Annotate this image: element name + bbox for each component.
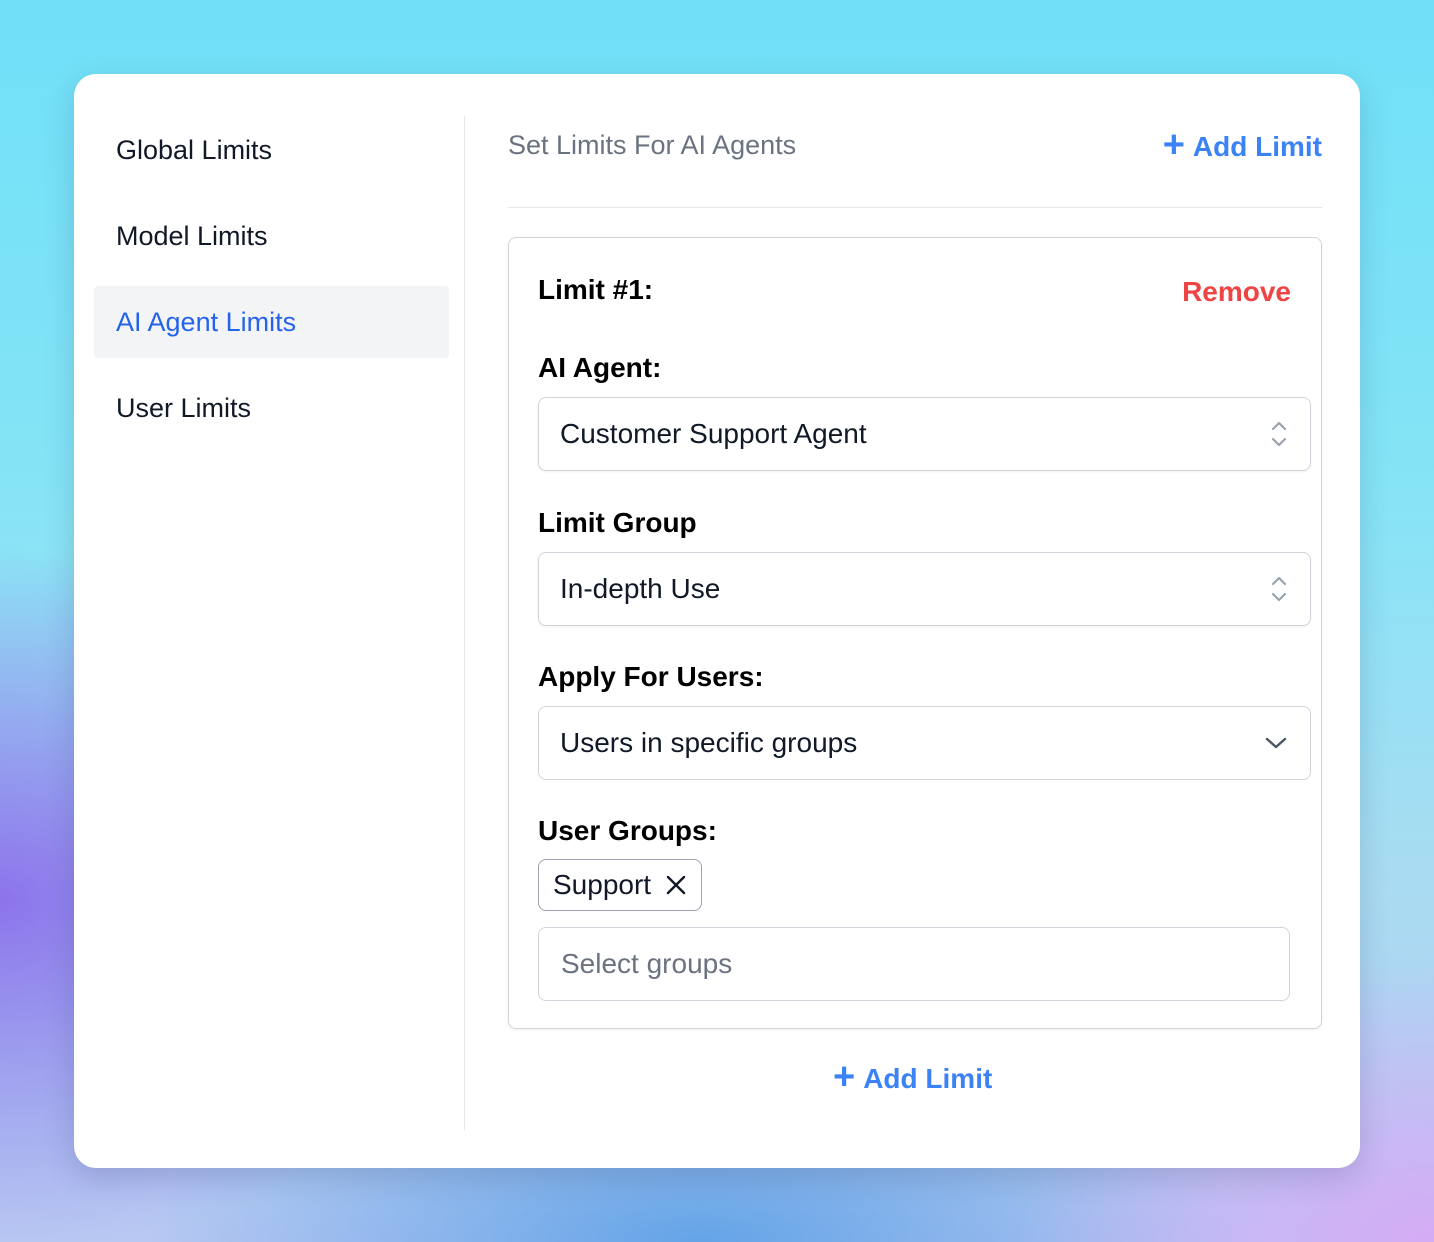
main-panel: Set Limits For AI Agents + Add Limit Lim… — [508, 114, 1322, 1096]
plus-icon: + — [833, 1056, 856, 1098]
main-header: Set Limits For AI Agents + Add Limit — [508, 114, 1322, 208]
select-groups-input[interactable] — [538, 927, 1290, 1001]
plus-icon: + — [1162, 124, 1185, 166]
ai-agent-value: Customer Support Agent — [560, 418, 867, 449]
remove-limit-button[interactable]: Remove — [1182, 276, 1291, 308]
sidebar-item-ai-agent-limits[interactable]: AI Agent Limits — [94, 286, 449, 358]
apply-for-users-label: Apply For Users: — [538, 661, 764, 692]
limit-group-value: In-depth Use — [560, 573, 721, 604]
user-groups-label: User Groups: — [538, 815, 717, 846]
sidebar-item-label: Model Limits — [116, 220, 268, 251]
sidebar-divider — [464, 116, 465, 1130]
user-group-tag-label: Support — [553, 869, 652, 900]
sidebar-item-label: User Limits — [116, 392, 252, 423]
chevron-up-down-icon — [1270, 574, 1288, 604]
apply-for-users-select[interactable]: Users in specific groups — [538, 706, 1311, 780]
limit-card: Limit #1: Remove AI Agent: Customer Supp… — [508, 237, 1322, 1029]
apply-for-users-value: Users in specific groups — [560, 727, 858, 758]
sidebar-item-user-limits[interactable]: User Limits — [94, 372, 449, 444]
add-limit-label: Add Limit — [863, 1063, 993, 1094]
sidebar-item-label: Global Limits — [116, 134, 273, 165]
add-limit-button-bottom[interactable]: + Add Limit — [833, 1058, 993, 1096]
sidebar-item-global-limits[interactable]: Global Limits — [94, 114, 449, 186]
limit-group-label: Limit Group — [538, 507, 697, 538]
user-group-tag: Support — [538, 859, 703, 911]
ai-agent-label: AI Agent: — [538, 352, 662, 383]
sidebar-item-model-limits[interactable]: Model Limits — [94, 200, 449, 272]
sidebar-item-label: AI Agent Limits — [116, 306, 297, 337]
close-icon[interactable] — [665, 874, 687, 896]
sidebar: Global Limits Model Limits AI Agent Limi… — [94, 114, 449, 458]
limit-group-select[interactable]: In-depth Use — [538, 552, 1311, 626]
chevron-down-icon — [1264, 735, 1288, 751]
add-limit-button-top[interactable]: + Add Limit — [1163, 126, 1322, 164]
ai-agent-select[interactable]: Customer Support Agent — [538, 397, 1311, 471]
chevron-up-down-icon — [1270, 419, 1288, 449]
add-limit-label: Add Limit — [1192, 131, 1322, 162]
page-title: Set Limits For AI Agents — [508, 130, 797, 160]
limits-settings-card: Global Limits Model Limits AI Agent Limi… — [74, 74, 1360, 1168]
limit-title: Limit #1: — [538, 274, 654, 305]
